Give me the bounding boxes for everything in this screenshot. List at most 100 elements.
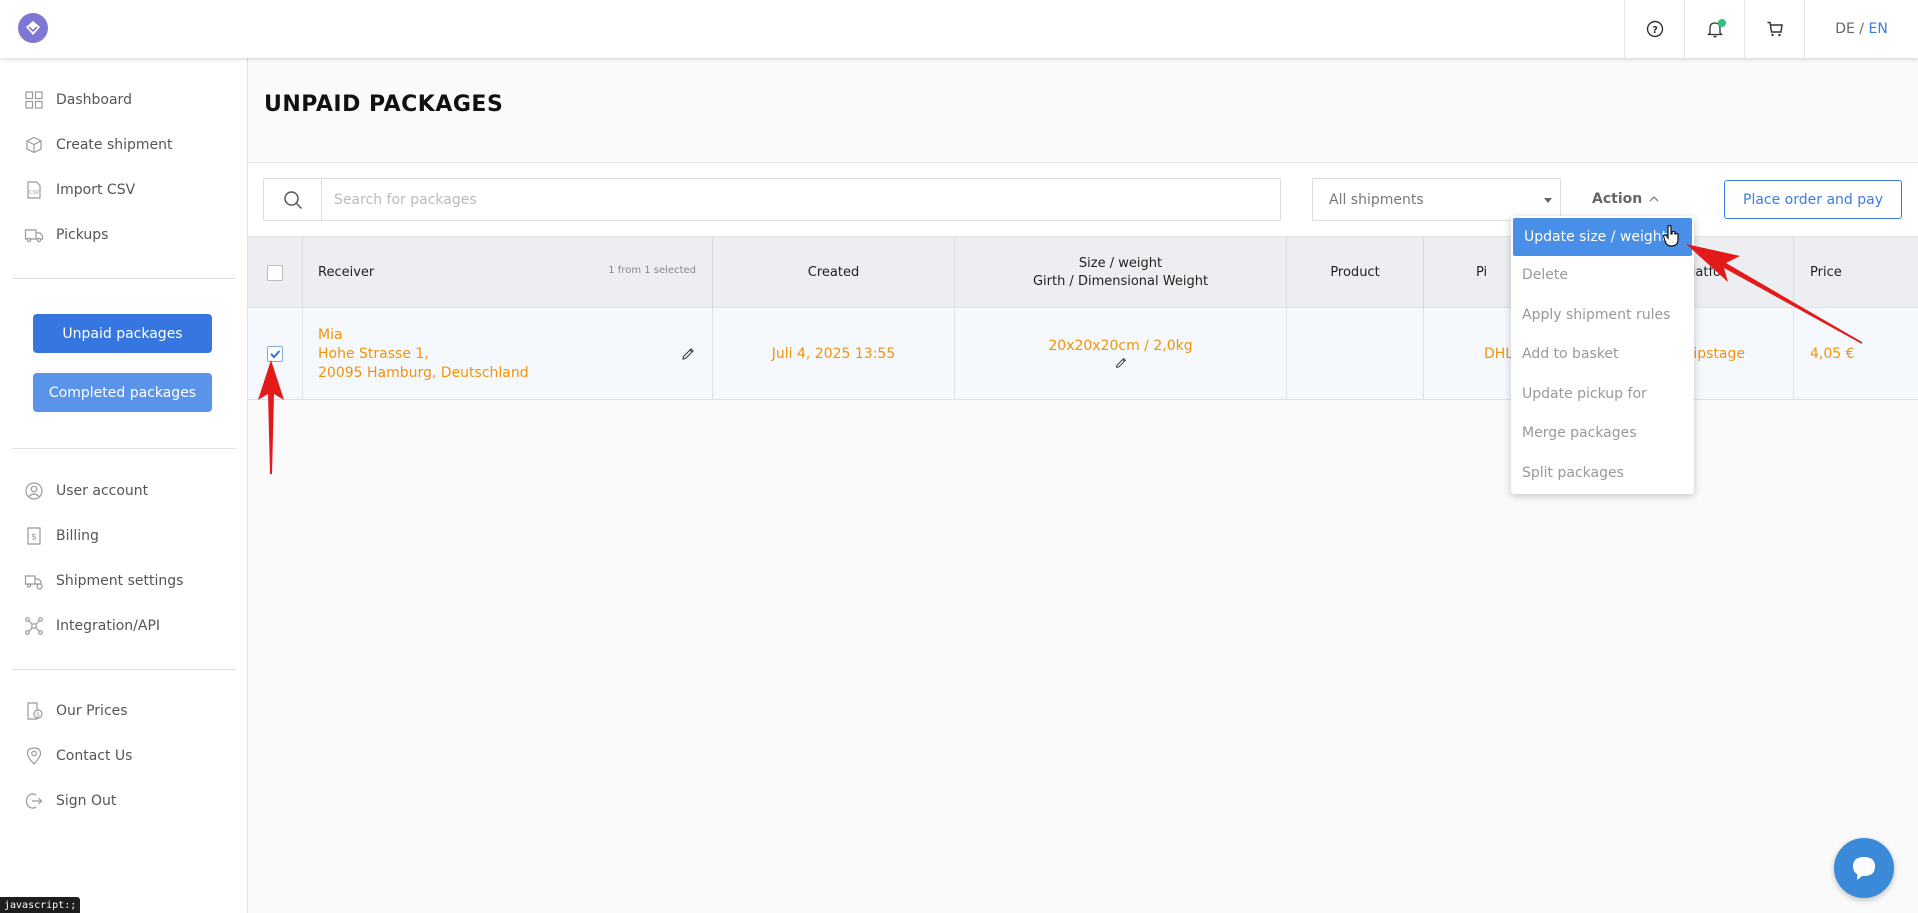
edit-pencil-icon[interactable] bbox=[680, 346, 696, 362]
location-icon bbox=[26, 747, 42, 765]
sidebar-item-import-csv[interactable]: CSV Import CSV bbox=[24, 178, 135, 202]
chat-button[interactable] bbox=[1834, 838, 1894, 898]
action-label: Action bbox=[1592, 191, 1643, 207]
row-size-weight: 20x20x20cm / 2,0kg bbox=[955, 308, 1287, 400]
lang-en[interactable]: EN bbox=[1868, 21, 1887, 37]
header-created[interactable]: Created bbox=[713, 237, 955, 309]
sidebar-item-label: Create shipment bbox=[56, 137, 173, 153]
selection-count: 1 from 1 selected bbox=[608, 265, 696, 276]
search-input[interactable] bbox=[322, 179, 1277, 220]
grid-icon bbox=[25, 91, 43, 109]
top-icons: ? DE / EN bbox=[1624, 0, 1918, 58]
sidebar-item-label: Pickups bbox=[56, 227, 109, 243]
sidebar-item-sign-out[interactable]: Sign Out bbox=[24, 789, 116, 813]
receiver-city: 20095 Hamburg, Deutschland bbox=[318, 364, 529, 381]
sidebar-item-create-shipment[interactable]: Create shipment bbox=[24, 133, 173, 157]
top-bar: ? DE / EN bbox=[0, 0, 1918, 58]
billing-icon: $ bbox=[27, 527, 41, 545]
place-order-button[interactable]: Place order and pay bbox=[1724, 180, 1902, 219]
sidebar-item-label: Sign Out bbox=[56, 793, 117, 809]
app-logo[interactable] bbox=[18, 13, 48, 43]
row-product bbox=[1287, 308, 1424, 400]
sidebar-divider bbox=[12, 278, 236, 279]
select-all-cell bbox=[248, 237, 303, 309]
sidebar-item-dashboard[interactable]: Dashboard bbox=[24, 88, 132, 112]
sidebar-item-label: User account bbox=[56, 483, 149, 499]
sidebar-item-integration-api[interactable]: Integration/API bbox=[24, 614, 160, 638]
filter-selected-value: All shipments bbox=[1329, 191, 1424, 208]
chevron-up-icon bbox=[1649, 196, 1659, 202]
notification-dot bbox=[1718, 19, 1726, 27]
svg-text:?: ? bbox=[1652, 25, 1658, 36]
menu-item-merge-packages[interactable]: Merge packages bbox=[1511, 414, 1694, 452]
notifications-button[interactable] bbox=[1684, 0, 1744, 58]
svg-text:$: $ bbox=[31, 533, 37, 543]
hand-cursor-icon bbox=[1662, 224, 1679, 247]
edit-pencil-icon[interactable] bbox=[1114, 356, 1128, 370]
help-button[interactable]: ? bbox=[1624, 0, 1684, 58]
lang-de[interactable]: DE bbox=[1835, 21, 1855, 37]
sidebar-item-user-account[interactable]: User account bbox=[24, 479, 148, 503]
chat-icon bbox=[1853, 857, 1875, 880]
csv-file-icon: CSV bbox=[27, 181, 41, 199]
box-icon bbox=[26, 136, 42, 154]
completed-packages-button[interactable]: Completed packages bbox=[33, 373, 212, 412]
row-created: Juli 4, 2025 13:55 bbox=[713, 308, 955, 400]
cart-icon bbox=[1767, 21, 1783, 37]
select-all-checkbox[interactable] bbox=[267, 265, 283, 281]
search-icon bbox=[283, 190, 302, 209]
sidebar-item-label: Our Prices bbox=[56, 703, 128, 719]
status-bar: javascript:; bbox=[0, 897, 81, 913]
receiver-name: Mia bbox=[318, 326, 343, 343]
sidebar-item-label: Contact Us bbox=[56, 748, 133, 764]
help-icon: ? bbox=[1646, 20, 1663, 38]
shipments-filter-select[interactable]: All shipments bbox=[1312, 178, 1561, 221]
unpaid-packages-button[interactable]: Unpaid packages bbox=[33, 314, 212, 353]
sidebar-item-contact-us[interactable]: Contact Us bbox=[24, 744, 132, 768]
sign-out-icon bbox=[25, 793, 43, 809]
action-menu-button[interactable]: Action bbox=[1592, 191, 1660, 207]
user-icon bbox=[25, 482, 43, 500]
annotation-arrow-up bbox=[258, 360, 284, 474]
sidebar-item-label: Billing bbox=[56, 528, 99, 544]
header-size-line1: Size / weight bbox=[1078, 256, 1163, 271]
cart-button[interactable] bbox=[1744, 0, 1804, 58]
sidebar-item-label: Shipment settings bbox=[56, 573, 184, 589]
svg-text:$: $ bbox=[36, 712, 40, 719]
page-title: UNPAID PACKAGES bbox=[264, 92, 504, 117]
row-receiver[interactable]: Mia Hohe Strasse 1, 20095 Hamburg, Deuts… bbox=[303, 308, 713, 400]
lang-separator: / bbox=[1854, 21, 1869, 37]
truck-icon bbox=[24, 229, 44, 243]
menu-item-add-to-basket[interactable]: Add to basket bbox=[1511, 335, 1694, 373]
size-weight-value: 20x20x20cm / 2,0kg bbox=[1048, 338, 1193, 354]
menu-item-update-pickup-for[interactable]: Update pickup for bbox=[1511, 375, 1694, 413]
sidebar-item-shipment-settings[interactable]: Shipment settings bbox=[24, 569, 183, 593]
menu-item-split-packages[interactable]: Split packages bbox=[1511, 454, 1694, 492]
logo-icon bbox=[26, 21, 40, 35]
caret-down-icon bbox=[1544, 198, 1552, 203]
search-button[interactable] bbox=[264, 179, 322, 220]
sidebar-item-label: Import CSV bbox=[56, 182, 136, 198]
receiver-street: Hohe Strasse 1, bbox=[318, 345, 429, 362]
header-product[interactable]: Product bbox=[1287, 237, 1424, 309]
sidebar-item-label: Integration/API bbox=[56, 618, 161, 634]
integration-icon bbox=[25, 617, 43, 635]
annotation-arrow-right bbox=[1686, 244, 1862, 344]
sidebar-divider bbox=[12, 448, 236, 449]
sidebar-item-label: Dashboard bbox=[56, 92, 132, 108]
sidebar-item-our-prices[interactable]: $ Our Prices bbox=[24, 699, 128, 723]
menu-item-apply-shipment-rules[interactable]: Apply shipment rules bbox=[1511, 296, 1694, 334]
sidebar-divider bbox=[12, 669, 236, 670]
header-size-line2: Girth / Dimensional Weight bbox=[1032, 274, 1209, 289]
header-size-weight[interactable]: Size / weight Girth / Dimensional Weight bbox=[955, 237, 1287, 309]
search-box bbox=[263, 178, 1281, 221]
sidebar-item-pickups[interactable]: Pickups bbox=[24, 223, 108, 247]
prices-icon: $ bbox=[27, 702, 43, 720]
header-receiver[interactable]: Receiver 1 from 1 selected bbox=[303, 237, 713, 309]
sidebar-item-billing[interactable]: $ Billing bbox=[24, 524, 99, 548]
menu-item-delete[interactable]: Delete bbox=[1511, 256, 1694, 294]
sidebar: Dashboard Create shipment CSV Import CSV… bbox=[0, 58, 248, 913]
header-receiver-label: Receiver bbox=[318, 265, 375, 280]
svg-text:CSV: CSV bbox=[29, 190, 40, 196]
language-switcher: DE / EN bbox=[1804, 0, 1918, 58]
